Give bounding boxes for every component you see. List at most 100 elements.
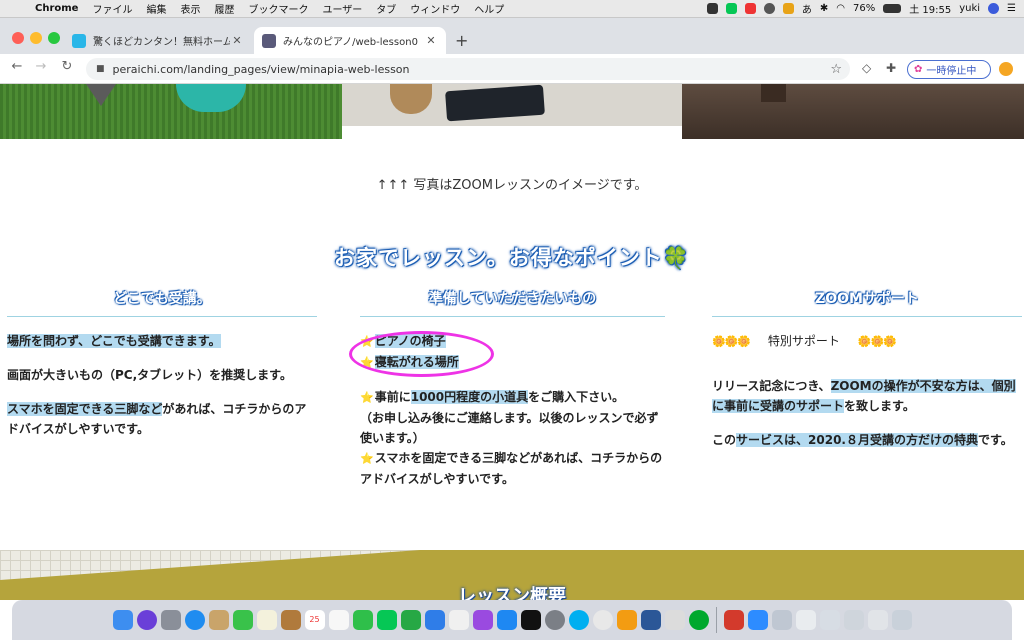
bookmark-star-icon[interactable]: ☆	[830, 62, 842, 77]
point-column-zoom-support: ZOOMサポート 🌼🌼🌼 特別サポート 🌼🌼🌼 リリース記念につき、ZOOMの操…	[712, 288, 1022, 464]
menu-users[interactable]: ユーザー	[315, 1, 369, 16]
siri-icon[interactable]	[136, 610, 157, 630]
music-icon[interactable]	[448, 610, 469, 630]
menu-tab[interactable]: タブ	[369, 1, 403, 16]
menu-bookmarks[interactable]: ブックマーク	[241, 1, 315, 16]
system-preferences-icon[interactable]	[544, 610, 565, 630]
star-icon: ⭐	[360, 452, 374, 465]
tv-icon[interactable]	[520, 610, 541, 630]
point-column-preparation: 準備していただきたいもの ⭐ピアノの椅子 ⭐寝転がれる場所 ⭐事前に1000円程…	[360, 288, 665, 489]
zoom-icon[interactable]	[747, 610, 768, 630]
word-icon[interactable]	[640, 610, 661, 630]
minimize-window-icon[interactable]	[30, 32, 42, 44]
paragraph: リリース記念につき、ZOOMの操作が不安な方は、個別に事前に受講のサポートを致し…	[712, 376, 1022, 416]
flower-icons: 🌼🌼🌼	[712, 335, 751, 348]
paragraph: 場所を問わず、どこでも受講できます。	[7, 331, 317, 351]
user-name[interactable]: yuki	[959, 3, 980, 14]
macos-menu-bar: Chrome ファイル 編集 表示 履歴 ブックマーク ユーザー タブ ウィンド…	[0, 0, 1024, 18]
peraichi-favicon-icon	[72, 33, 86, 48]
keynote-icon[interactable]	[424, 610, 445, 630]
back-arrow-icon[interactable]: ←	[8, 59, 26, 74]
notes-icon[interactable]	[256, 610, 277, 630]
zoom-window-icon[interactable]	[48, 32, 60, 44]
facetime-icon[interactable]	[352, 610, 373, 630]
display-icon[interactable]	[706, 3, 718, 14]
paragraph-text: リリース記念につき、	[712, 379, 831, 393]
notebook-icon[interactable]	[280, 610, 301, 630]
tab-minapia[interactable]: みんなのピアノ/web-lesson0 ✕	[254, 27, 446, 54]
skype-icon[interactable]	[568, 610, 589, 630]
menu-view[interactable]: 表示	[173, 1, 207, 16]
lesson-photo-laptop	[342, 84, 682, 126]
photos-icon[interactable]	[328, 610, 349, 630]
lock-icon[interactable]: ■	[96, 64, 105, 74]
menu-window[interactable]: ウィンドウ	[403, 1, 467, 16]
tag-extension-icon[interactable]: ◇	[862, 61, 871, 75]
menu-file[interactable]: ファイル	[85, 1, 139, 16]
close-tab-icon[interactable]: ✕	[230, 34, 244, 47]
reload-icon[interactable]: ↻	[58, 59, 76, 74]
ime-indicator[interactable]: あ	[802, 1, 812, 16]
alpa-icon[interactable]	[664, 610, 685, 630]
wifi-icon[interactable]: ◠	[836, 3, 845, 14]
evernote-icon[interactable]	[688, 610, 709, 630]
line-icon[interactable]	[376, 610, 397, 630]
close-window-icon[interactable]	[12, 32, 24, 44]
screenshot-icon[interactable]	[819, 610, 840, 630]
menu-app-name[interactable]: Chrome	[28, 3, 85, 14]
tab-title: 驚くほどカンタン！無料ホームペ	[93, 37, 230, 48]
trash-icon[interactable]	[891, 610, 912, 630]
line-tray-icon[interactable]	[725, 3, 737, 14]
url-text[interactable]: peraichi.com/landing_pages/view/minapia-…	[113, 63, 410, 76]
folder-icon[interactable]	[771, 610, 792, 630]
contacts-icon[interactable]	[208, 610, 229, 630]
column-body: 🌼🌼🌼 特別サポート 🌼🌼🌼 リリース記念につき、ZOOMの操作が不安な方は、個…	[712, 331, 1022, 450]
control-center-icon[interactable]: ☰	[1007, 3, 1016, 14]
photo-caption: ↑↑↑ 写真はZOOMレッスンのイメージです。	[376, 178, 648, 193]
new-tab-button[interactable]: +	[455, 31, 468, 50]
document-icon[interactable]	[795, 610, 816, 630]
app-store-icon[interactable]	[496, 610, 517, 630]
bluetooth-icon[interactable]: ✱	[820, 3, 828, 14]
account-icon[interactable]	[999, 62, 1013, 76]
books-icon[interactable]	[616, 610, 637, 630]
menu-history[interactable]: 履歴	[207, 1, 241, 16]
numbers-icon[interactable]	[400, 610, 421, 630]
extensions-puzzle-icon[interactable]: ✚	[886, 61, 896, 75]
warning-icon[interactable]	[782, 3, 794, 14]
forward-arrow-icon[interactable]: →	[32, 59, 50, 74]
sync-icon[interactable]	[763, 3, 775, 14]
launchpad-icon[interactable]	[160, 610, 181, 630]
close-tab-icon[interactable]: ✕	[424, 34, 438, 47]
point-column-anywhere: どこでも受講。 場所を問わず、どこでも受講できます。 画面が大きいもの（PC,タ…	[7, 288, 317, 453]
paragraph: このサービスは、2020.８月受講の方だけの特典です。	[712, 430, 1022, 450]
address-bar[interactable]: ■ peraichi.com/landing_pages/view/minapi…	[86, 58, 850, 80]
menu-edit[interactable]: 編集	[139, 1, 173, 16]
menu-help[interactable]: ヘルプ	[467, 1, 511, 16]
battery-percent[interactable]: 76%	[853, 3, 875, 14]
parallels-icon[interactable]	[744, 3, 756, 14]
siri-tray-icon[interactable]	[988, 3, 1000, 14]
photo-object	[761, 84, 786, 102]
dictionary-icon[interactable]	[723, 610, 744, 630]
screenshot-icon[interactable]	[843, 610, 864, 630]
clock[interactable]: 土 19:55	[909, 1, 951, 16]
podcasts-icon[interactable]	[472, 610, 493, 630]
paragraph-text: を致します。	[844, 399, 915, 413]
lesson-photo-grass	[0, 84, 342, 139]
tab-peraichi[interactable]: 驚くほどカンタン！無料ホームペ ✕	[64, 27, 252, 54]
calendar-icon[interactable]: 25	[304, 610, 325, 630]
status-tray: あ ✱ ◠ 76% 土 19:55 yuki ☰	[706, 1, 1024, 16]
finder-icon[interactable]	[112, 610, 133, 630]
paragraph: スマホを固定できる三脚などがあれば、コチラからのアドバイスがしやすいです。	[7, 399, 317, 439]
messages-icon[interactable]	[232, 610, 253, 630]
column-body: 場所を問わず、どこでも受講できます。 画面が大きいもの（PC,タブレット）を推奨…	[7, 331, 317, 439]
highlighted-text: 1000円程度の小道具	[410, 390, 529, 404]
chrome-icon[interactable]	[592, 610, 613, 630]
battery-icon[interactable]	[883, 4, 902, 13]
screenshot-icon[interactable]	[867, 610, 888, 630]
section-title: お家でレッスン。お得なポイント🍀	[334, 246, 690, 270]
safari-icon[interactable]	[184, 610, 205, 630]
paragraph: 画面が大きいもの（PC,タブレット）を推奨します。	[7, 368, 292, 382]
sync-paused-button[interactable]: ✿ 一時停止中	[907, 60, 991, 79]
